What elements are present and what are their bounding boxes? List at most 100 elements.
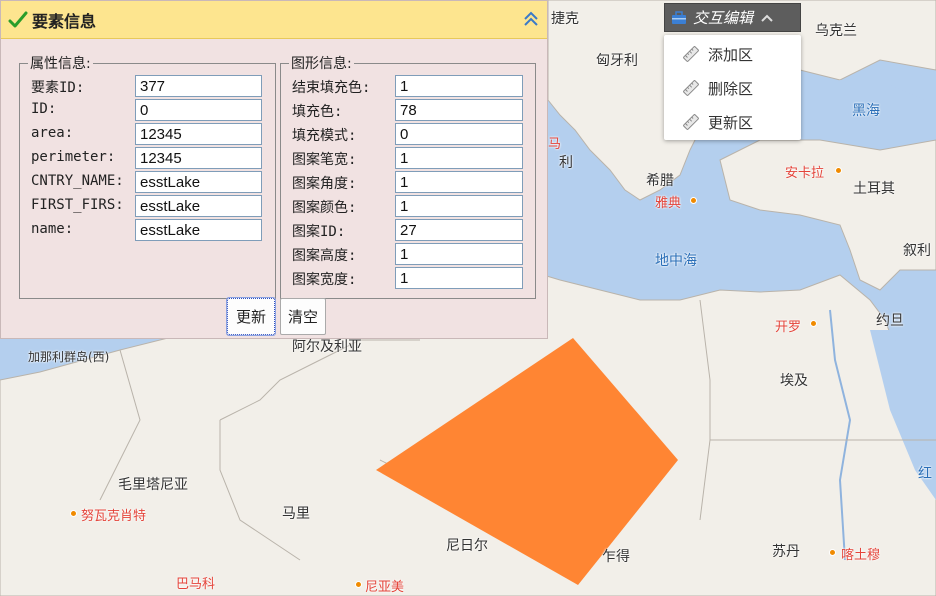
graphic-info-legend: 图形信息: xyxy=(291,56,352,72)
attribute-field-row: ID: xyxy=(31,99,262,121)
attribute-field-row: CNTRY_NAME: xyxy=(31,171,262,193)
field-input[interactable] xyxy=(135,219,262,241)
graphic-field-row: 图案宽度: xyxy=(292,267,523,289)
edit-menu-item[interactable]: 更新区 xyxy=(664,105,801,139)
graphic-field-row: 图案笔宽: xyxy=(292,147,523,169)
field-input[interactable] xyxy=(135,99,262,121)
field-label: ID: xyxy=(31,101,57,117)
ruler-icon xyxy=(683,114,699,130)
edit-menu-item[interactable]: 添加区 xyxy=(664,37,801,71)
field-label: 图案宽度: xyxy=(292,272,357,288)
graphic-field-row: 图案颜色: xyxy=(292,195,523,217)
field-input[interactable] xyxy=(395,171,523,193)
field-label: 图案高度: xyxy=(292,248,357,264)
field-input[interactable] xyxy=(395,267,523,289)
graphic-field-row: 图案角度: xyxy=(292,171,523,193)
field-label: 结束填充色: xyxy=(292,80,371,96)
map-label: 利 xyxy=(559,155,573,171)
graphic-field-row: 填充模式: xyxy=(292,123,523,145)
field-input[interactable] xyxy=(135,147,262,169)
ruler-icon xyxy=(683,80,699,96)
update-button[interactable]: 更新 xyxy=(226,297,276,336)
map-label: 乍得 xyxy=(602,549,630,565)
city-dot xyxy=(70,510,77,517)
city-dot xyxy=(810,320,817,327)
attribute-info-legend: 属性信息: xyxy=(30,56,91,72)
attribute-field-row: area: xyxy=(31,123,262,145)
field-input[interactable] xyxy=(135,123,262,145)
field-label: area: xyxy=(31,125,74,141)
graphic-field-row: 图案ID: xyxy=(292,219,523,241)
field-label: CNTRY_NAME: xyxy=(31,173,124,189)
map-label: 马 xyxy=(548,137,562,152)
feature-info-panel: 要素信息 属性信息: 图形信息: 更新 清空 要素ID: ID: area: peri… xyxy=(0,0,548,339)
map-label: 埃及 xyxy=(780,373,808,389)
map-label: 尼日尔 xyxy=(446,538,488,554)
map-label: 地中海 xyxy=(655,253,697,269)
city-dot xyxy=(835,167,842,174)
edit-menu-item-label: 删除区 xyxy=(708,79,754,98)
map-label: 开罗 xyxy=(775,320,802,335)
attribute-field-row: perimeter: xyxy=(31,147,262,169)
check-icon xyxy=(8,11,28,27)
edit-menu-item[interactable]: 删除区 xyxy=(664,71,801,105)
map-label: 安卡拉 xyxy=(785,166,825,181)
field-input[interactable] xyxy=(395,75,523,97)
field-label: 填充模式: xyxy=(292,128,357,144)
field-label: 图案笔宽: xyxy=(292,152,357,168)
map-label: 黑海 xyxy=(852,103,880,119)
map-label: 努瓦克肖特 xyxy=(81,509,147,524)
field-input[interactable] xyxy=(395,147,523,169)
clear-button[interactable]: 清空 xyxy=(280,298,326,335)
ruler-icon xyxy=(683,46,699,62)
map-label: 毛里塔尼亚 xyxy=(118,477,188,493)
map-label: 捷克 xyxy=(551,11,579,27)
chevron-up-icon xyxy=(761,14,773,22)
field-label: 填充色: xyxy=(292,104,343,120)
map-label: 加那利群岛(西) xyxy=(28,350,110,364)
field-label: 图案颜色: xyxy=(292,200,357,216)
field-label: FIRST_FIRS: xyxy=(31,197,124,213)
attribute-field-row: name: xyxy=(31,219,262,241)
map-label: 雅典 xyxy=(655,196,682,211)
graphic-field-row: 填充色: xyxy=(292,99,523,121)
graphic-field-row: 图案高度: xyxy=(292,243,523,265)
edit-menu-item-label: 更新区 xyxy=(708,113,754,132)
map-label: 尼亚美 xyxy=(365,580,405,595)
field-input[interactable] xyxy=(395,243,523,265)
field-input[interactable] xyxy=(395,219,523,241)
map-label: 土耳其 xyxy=(853,181,895,197)
field-input[interactable] xyxy=(395,195,523,217)
interactive-edit-title: 交互编辑 xyxy=(693,9,754,27)
attribute-field-row: FIRST_FIRS: xyxy=(31,195,262,217)
edit-menu-item-label: 添加区 xyxy=(708,45,754,64)
map-label: 红 xyxy=(918,466,932,482)
field-input[interactable] xyxy=(395,123,523,145)
city-dot xyxy=(690,197,697,204)
map-label: 阿尔及利亚 xyxy=(292,339,362,355)
map-label: 约旦 xyxy=(876,313,904,329)
collapse-icon[interactable] xyxy=(523,10,539,28)
field-label: name: xyxy=(31,221,74,237)
attribute-field-row: 要素ID: xyxy=(31,75,262,97)
map-label: 马里 xyxy=(282,506,310,522)
map-label: 希腊 xyxy=(646,173,674,189)
map-label: 匈牙利 xyxy=(596,53,638,69)
city-dot xyxy=(829,549,836,556)
toolbox-icon xyxy=(672,10,686,24)
field-input[interactable] xyxy=(135,195,262,217)
interactive-edit-toggle[interactable]: 交互编辑 xyxy=(664,3,801,32)
panel-header: 要素信息 xyxy=(1,1,547,39)
field-input[interactable] xyxy=(395,99,523,121)
map-label: 巴马科 xyxy=(176,577,216,592)
graphic-field-row: 结束填充色: xyxy=(292,75,523,97)
map-label: 叙利 xyxy=(903,243,931,259)
city-dot xyxy=(355,581,362,588)
map-label: 苏丹 xyxy=(772,544,800,560)
field-input[interactable] xyxy=(135,171,262,193)
map-label: 喀土穆 xyxy=(841,548,881,563)
field-label: 要素ID: xyxy=(31,80,85,96)
panel-title: 要素信息 xyxy=(32,11,97,31)
field-input[interactable] xyxy=(135,75,262,97)
field-label: perimeter: xyxy=(31,149,116,165)
